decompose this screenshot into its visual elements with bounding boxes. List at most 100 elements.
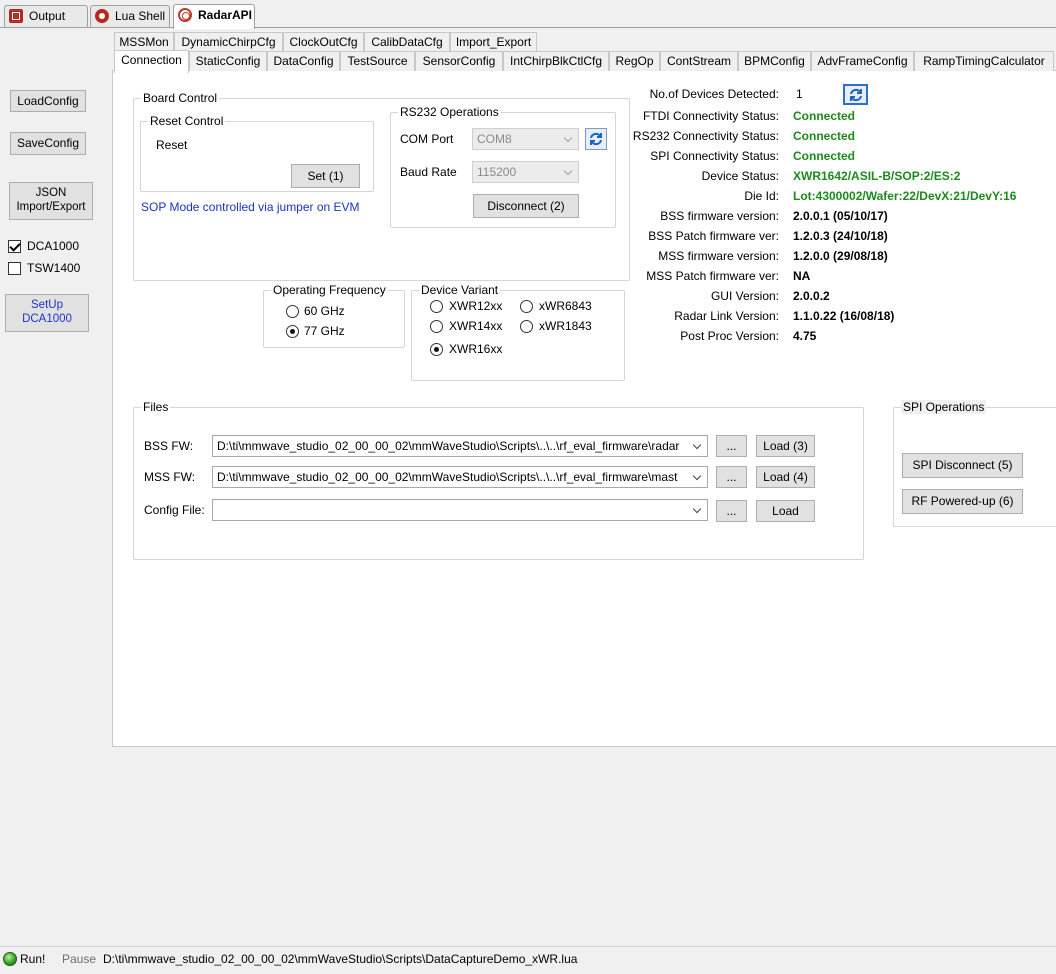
- baud-rate-select[interactable]: 115200: [472, 161, 579, 183]
- tab-data-config[interactable]: DataConfig: [267, 51, 340, 71]
- tab-bpm-config[interactable]: BPMConfig: [738, 51, 811, 71]
- chevron-down-icon: [692, 504, 702, 514]
- device-info-label: Post Proc Version:: [680, 329, 779, 343]
- device-info-value: 2.0.0.2: [793, 289, 830, 303]
- save-config-button[interactable]: SaveConfig: [10, 132, 86, 155]
- device-info-label: FTDI Connectivity Status:: [642, 109, 779, 123]
- tab-calib-data-cfg[interactable]: CalibDataCfg: [364, 32, 450, 52]
- output-icon: [9, 9, 23, 23]
- operating-frequency-group: Operating Frequency: [263, 283, 405, 348]
- bss-load-button[interactable]: Load (3): [756, 435, 815, 457]
- bss-browse-button[interactable]: ...: [716, 435, 747, 457]
- device-info-value: 4.75: [793, 329, 817, 343]
- device-info-label: No.of Devices Detected:: [649, 87, 779, 101]
- mss-load-button[interactable]: Load (4): [756, 466, 815, 488]
- device-info-value: XWR1642/ASIL-B/SOP:2/ES:2: [793, 169, 961, 183]
- json-button-line2: Import/Export: [16, 201, 86, 213]
- board-control-title: Board Control: [141, 91, 220, 105]
- tsw1400-checkbox[interactable]: [8, 262, 21, 275]
- bss-fw-path-select[interactable]: D:\ti\mmwave_studio_02_00_00_02\mmWaveSt…: [212, 435, 708, 457]
- variant-xwr12xx-radio[interactable]: [430, 300, 443, 313]
- config-load-button[interactable]: Load: [756, 500, 815, 522]
- tab-reg-op[interactable]: RegOp: [609, 51, 660, 71]
- device-info-value: Connected: [793, 129, 856, 143]
- baud-rate-label: Baud Rate: [400, 165, 457, 179]
- tab-import-export[interactable]: Import_Export: [450, 32, 537, 52]
- json-import-export-button[interactable]: JSON Import/Export: [9, 182, 93, 220]
- freq-77ghz-label: 77 GHz: [304, 324, 345, 338]
- tab-ramp-timing-calculator[interactable]: RampTimingCalculator: [914, 51, 1054, 71]
- device-info-label: MSS Patch firmware ver:: [646, 269, 779, 283]
- device-info-label: BSS firmware version:: [660, 209, 779, 223]
- sop-mode-note: SOP Mode controlled via jumper on EVM: [141, 200, 360, 214]
- freq-60ghz-radio[interactable]: [286, 305, 299, 318]
- refresh-devices-icon[interactable]: [843, 84, 868, 105]
- variant-xwr1843-label: xWR1843: [539, 319, 592, 333]
- variant-xwr6843-label: xWR6843: [539, 299, 592, 313]
- device-info-value: 1.2.0.0 (29/08/18): [793, 249, 888, 263]
- bss-fw-path-value: D:\ti\mmwave_studio_02_00_00_02\mmWaveSt…: [217, 439, 680, 453]
- tab-sensor-config[interactable]: SensorConfig: [415, 51, 503, 71]
- variant-xwr1843-radio[interactable]: [520, 320, 533, 333]
- device-info-value: 2.0.0.1 (05/10/17): [793, 209, 888, 223]
- tab-dynamic-chirp-cfg[interactable]: DynamicChirpCfg: [174, 32, 283, 52]
- set-reset-button[interactable]: Set (1): [291, 164, 360, 188]
- com-port-select[interactable]: COM8: [472, 128, 579, 150]
- device-info-label: GUI Version:: [710, 289, 779, 303]
- com-port-label: COM Port: [400, 132, 454, 146]
- config-file-select[interactable]: [212, 499, 708, 521]
- rf-powered-up-button[interactable]: RF Powered-up (6): [902, 489, 1023, 514]
- operating-frequency-title: Operating Frequency: [271, 283, 388, 297]
- tab-mssmon[interactable]: MSSMon: [114, 32, 174, 52]
- reset-control-title: Reset Control: [148, 114, 226, 128]
- tab-radar-api-label: RadarAPI: [198, 8, 253, 22]
- tab-radar-api[interactable]: RadarAPI: [173, 4, 255, 29]
- dca1000-checkbox[interactable]: [8, 240, 21, 253]
- run-icon[interactable]: [3, 952, 17, 966]
- tab-output[interactable]: Output: [4, 5, 88, 27]
- radar-api-icon: [178, 8, 192, 22]
- tab-adv-frame-config[interactable]: AdvFrameConfig: [811, 51, 914, 71]
- variant-xwr6843-radio[interactable]: [520, 300, 533, 313]
- device-info-label: SPI Connectivity Status:: [650, 149, 779, 163]
- files-title: Files: [141, 400, 171, 414]
- pause-button[interactable]: Pause: [62, 952, 96, 966]
- tab-lua-shell[interactable]: Lua Shell: [90, 5, 170, 27]
- spi-operations-title: SPI Operations: [901, 400, 987, 414]
- tab-int-chirp-blk-ctl-cfg[interactable]: IntChirpBlkCtlCfg: [503, 51, 609, 71]
- variant-xwr12xx-label: XWR12xx: [449, 299, 503, 313]
- tab-connection[interactable]: Connection: [114, 50, 189, 73]
- run-button[interactable]: Run!: [20, 952, 45, 966]
- spi-disconnect-button[interactable]: SPI Disconnect (5): [902, 453, 1023, 478]
- tab-cont-stream[interactable]: ContStream: [660, 51, 738, 71]
- script-path: D:\ti\mmwave_studio_02_00_00_02\mmWaveSt…: [103, 952, 578, 966]
- tab-test-source[interactable]: TestSource: [340, 51, 415, 71]
- device-info-label: Radar Link Version:: [674, 309, 779, 323]
- device-info-value: Lot:4300002/Wafer:22/DevX:21/DevY:16: [793, 189, 1017, 203]
- variant-xwr14xx-radio[interactable]: [430, 320, 443, 333]
- setup-dca1000-button[interactable]: SetUp DCA1000: [5, 294, 89, 332]
- device-info-label: BSS Patch firmware ver:: [648, 229, 779, 243]
- setup-button-line1: SetUp: [31, 299, 63, 312]
- tab-clock-out-cfg[interactable]: ClockOutCfg: [283, 32, 364, 52]
- device-info-label: RS232 Connectivity Status:: [632, 129, 779, 143]
- rs232-disconnect-button[interactable]: Disconnect (2): [473, 194, 579, 218]
- config-browse-button[interactable]: ...: [716, 500, 747, 522]
- mss-fw-path-value: D:\ti\mmwave_studio_02_00_00_02\mmWaveSt…: [217, 470, 678, 484]
- refresh-com-ports-icon[interactable]: [585, 128, 607, 150]
- mss-browse-button[interactable]: ...: [716, 466, 747, 488]
- json-button-line1: JSON: [35, 187, 67, 200]
- mss-fw-path-select[interactable]: D:\ti\mmwave_studio_02_00_00_02\mmWaveSt…: [212, 466, 708, 488]
- config-file-label: Config File:: [144, 503, 205, 517]
- freq-60ghz-label: 60 GHz: [304, 304, 345, 318]
- dca1000-label: DCA1000: [27, 239, 80, 253]
- tab-static-config[interactable]: StaticConfig: [189, 51, 267, 71]
- load-config-button[interactable]: LoadConfig: [10, 90, 86, 112]
- baud-rate-value: 115200: [477, 165, 517, 179]
- device-info-value: Connected: [793, 149, 856, 163]
- variant-xwr16xx-radio[interactable]: [430, 343, 443, 356]
- device-info-label: Device Status:: [701, 169, 779, 183]
- device-info-value: NA: [793, 269, 811, 283]
- variant-xwr14xx-label: XWR14xx: [449, 319, 503, 333]
- freq-77ghz-radio[interactable]: [286, 325, 299, 338]
